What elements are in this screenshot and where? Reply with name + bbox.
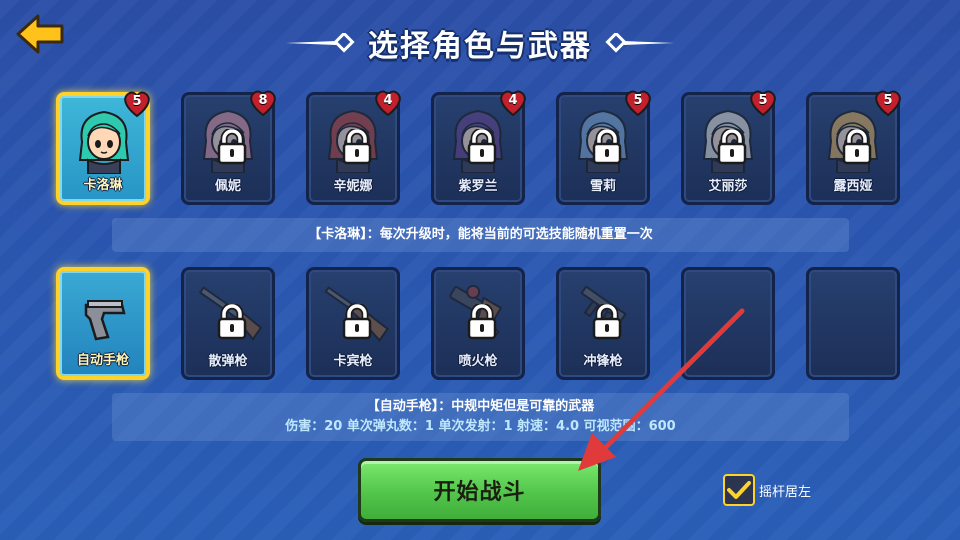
level-heart-badge: 4 <box>373 89 403 117</box>
level-heart-badge: 5 <box>623 89 653 117</box>
character-description-box: 【卡洛琳】：每次升级时，能将当前的可选技能随机重置一次 <box>112 218 849 252</box>
start-battle-button[interactable]: 开始战斗 <box>358 458 601 522</box>
lock-icon <box>592 304 622 340</box>
level-number: 4 <box>508 93 518 108</box>
character-name: 雪莉 <box>589 179 616 194</box>
level-heart-badge: 8 <box>248 89 278 117</box>
lock-icon <box>842 129 872 165</box>
lock-icon <box>342 304 372 340</box>
lock-icon <box>217 304 247 340</box>
lock-icon <box>717 129 747 165</box>
character-name: 卡洛琳 <box>83 178 123 193</box>
level-heart-badge: 5 <box>873 89 903 117</box>
title-left-ornament-icon <box>286 33 355 53</box>
level-number: 5 <box>633 93 643 108</box>
character-list: 5 卡洛琳 8 佩妮 4 辛妮娜 4 紫罗兰 5 雪莉 5 艾丽莎 5 露西娅 <box>56 89 903 205</box>
character-card[interactable]: 5 雪莉 <box>556 89 653 205</box>
character-card[interactable]: 5 露西娅 <box>806 89 903 205</box>
start-battle-label: 开始战斗 <box>433 480 526 505</box>
level-heart-badge: 5 <box>122 90 152 118</box>
pistol-icon <box>84 300 126 341</box>
weapon-name: 自动手枪 <box>76 353 129 368</box>
title-right-ornament-icon <box>605 33 674 53</box>
character-card[interactable]: 8 佩妮 <box>181 89 278 205</box>
checkmark-icon <box>727 481 751 499</box>
weapon-card[interactable]: 冲锋枪 <box>556 267 650 380</box>
weapon-name: 冲锋枪 <box>583 354 623 369</box>
character-card[interactable]: 5 卡洛琳 <box>56 90 152 205</box>
lock-icon <box>217 129 247 165</box>
weapon-card[interactable]: 散弹枪 <box>181 267 275 380</box>
joystick-left-label: 摇杆居左 <box>759 484 812 500</box>
weapon-stats: 伤害：20 单次弹丸数：1 单次发射：1 射速：4.0 可视范围：600 <box>285 419 676 434</box>
weapon-list: 自动手枪 散弹枪 卡宾枪 喷火枪 冲锋枪 <box>56 267 900 380</box>
lock-icon <box>592 129 622 165</box>
level-number: 5 <box>883 93 893 108</box>
weapon-description: 【自动手枪】：中规中矩但是可靠的武器 <box>366 399 595 414</box>
lock-icon <box>342 129 372 165</box>
character-name: 露西娅 <box>833 179 873 194</box>
weapon-name: 喷火枪 <box>458 354 498 369</box>
character-card[interactable]: 4 辛妮娜 <box>306 89 403 205</box>
level-number: 4 <box>383 93 393 108</box>
character-name: 艾丽莎 <box>708 179 748 194</box>
level-heart-badge: 4 <box>498 89 528 117</box>
character-description: 【卡洛琳】：每次升级时，能将当前的可选技能随机重置一次 <box>308 227 653 242</box>
level-number: 5 <box>132 94 142 109</box>
weapon-card[interactable]: 自动手枪 <box>56 267 150 380</box>
character-name: 辛妮娜 <box>333 179 373 194</box>
weapon-card[interactable]: 卡宾枪 <box>306 267 400 380</box>
character-name: 佩妮 <box>214 179 241 194</box>
weapon-name: 卡宾枪 <box>333 354 373 369</box>
empty-weapon-slot <box>806 267 900 380</box>
lock-icon <box>467 129 497 165</box>
page-title: 选择角色与武器 <box>368 29 592 64</box>
level-number: 8 <box>258 93 268 108</box>
joystick-left-checkbox[interactable] <box>723 474 755 506</box>
character-card[interactable]: 5 艾丽莎 <box>681 89 778 205</box>
weapon-name: 散弹枪 <box>208 354 248 369</box>
character-card[interactable]: 4 紫罗兰 <box>431 89 528 205</box>
lock-icon <box>467 304 497 340</box>
empty-weapon-slot <box>681 267 775 380</box>
weapon-card[interactable]: 喷火枪 <box>431 267 525 380</box>
character-name: 紫罗兰 <box>458 179 498 194</box>
title-bar: 选择角色与武器 <box>0 20 960 66</box>
joystick-left-option[interactable]: 摇杆居左 <box>723 474 811 506</box>
level-number: 5 <box>758 93 768 108</box>
level-heart-badge: 5 <box>748 89 778 117</box>
weapon-description-box: 【自动手枪】：中规中矩但是可靠的武器 伤害：20 单次弹丸数：1 单次发射：1 … <box>112 393 849 441</box>
